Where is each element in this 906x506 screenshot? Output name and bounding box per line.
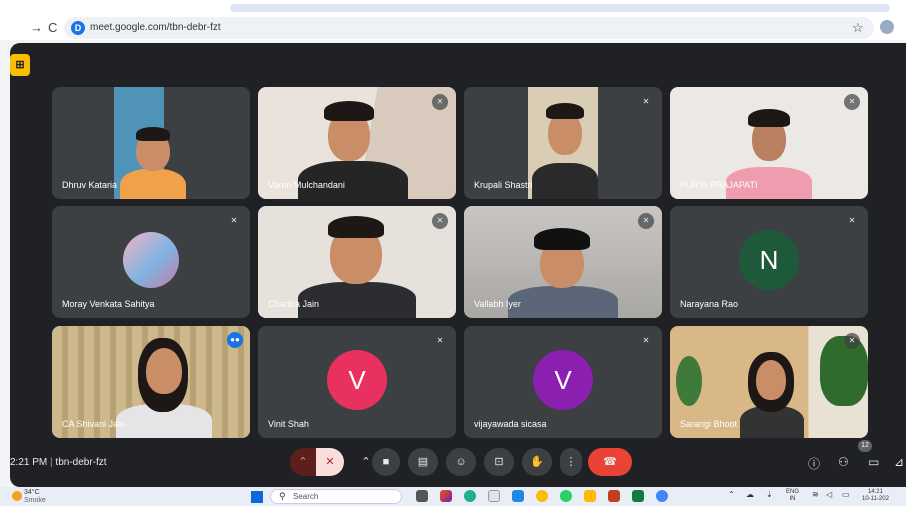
chat-icon[interactable]: ▭ xyxy=(868,455,879,469)
battery-icon[interactable]: ▭ xyxy=(842,490,850,499)
participant-name: Narayana Rao xyxy=(680,299,739,309)
bookmark-star-icon[interactable]: ☆ xyxy=(852,20,864,36)
participant-name: CA Shivani Jain xyxy=(62,419,126,429)
leave-call-button[interactable]: ☎ xyxy=(588,448,632,476)
audio-options-chevron-icon[interactable]: ⌃ xyxy=(290,448,316,476)
store-icon[interactable] xyxy=(488,490,500,502)
participant-name: Varun Mulchandani xyxy=(268,180,345,190)
usb-icon[interactable]: ⇣ xyxy=(766,490,773,499)
url-text[interactable]: meet.google.com/tbn-debr-fzt xyxy=(90,22,221,33)
present-screen-button[interactable]: ⊡ xyxy=(484,448,514,476)
muted-mic-icon: ✕ xyxy=(432,333,448,349)
profile-avatar[interactable] xyxy=(880,20,894,34)
excel-icon[interactable] xyxy=(632,490,644,502)
chrome-active-icon[interactable] xyxy=(656,490,668,502)
participant-tile[interactable]: ✕ PURVI PRAJAPATI xyxy=(670,87,868,199)
windows-taskbar: 34°C Smoke ⚲ Search ⌃ ☁ ⇣ ENG IN ≋ ◁ ▭ 14… xyxy=(0,487,906,506)
address-bar[interactable]: D meet.google.com/tbn-debr-fzt xyxy=(64,17,874,39)
powerpoint-icon[interactable] xyxy=(608,490,620,502)
volume-icon[interactable]: ◁ xyxy=(826,490,832,499)
people-count-badge: 12 xyxy=(858,440,872,452)
people-icon[interactable]: ⚇ xyxy=(838,455,849,469)
muted-mic-icon: ✕ xyxy=(844,213,860,229)
app-icon[interactable] xyxy=(512,490,524,502)
reload-icon[interactable]: C xyxy=(48,20,57,35)
cloud-icon[interactable]: ☁ xyxy=(746,490,754,499)
muted-mic-icon: ✕ xyxy=(844,94,860,110)
participant-tile[interactable]: ✕ Varun Mulchandani xyxy=(258,87,456,199)
muted-mic-icon: ✕ xyxy=(638,213,654,229)
participant-tile[interactable]: ✕ Charitra Jain xyxy=(258,206,456,318)
chevron-up-icon[interactable]: ⌃ xyxy=(728,490,735,499)
participant-tile[interactable]: ✕ Vallabh Iyer xyxy=(464,206,662,318)
participant-tile[interactable]: ●● CA Shivani Jain xyxy=(52,326,250,438)
muted-mic-icon: ✕ xyxy=(432,213,448,229)
participant-name: Vinit Shah xyxy=(268,419,309,429)
participant-name: Sarangi Bhoot xyxy=(680,419,738,429)
participant-name: Dhruv Kataria xyxy=(62,180,118,190)
participant-name: Vallabh Iyer xyxy=(474,299,521,309)
task-view-icon[interactable] xyxy=(416,490,428,502)
participant-tile[interactable]: ✕ Moray Venkata Sahitya xyxy=(52,206,250,318)
activities-shapes-icon[interactable]: ⊿ xyxy=(894,455,904,469)
raise-hand-button[interactable]: ✋ xyxy=(522,448,552,476)
avatar: N xyxy=(739,230,799,290)
tab-strip xyxy=(230,4,890,12)
weather-icon[interactable] xyxy=(12,491,22,501)
participant-name: Moray Venkata Sahitya xyxy=(62,299,155,309)
participant-tile[interactable]: ✕ Sarangi Bhoot xyxy=(670,326,868,438)
muted-mic-icon: ✕ xyxy=(432,94,448,110)
browser-toolbar: → C D meet.google.com/tbn-debr-fzt ☆ xyxy=(0,0,906,40)
meeting-time: 2:21 PM | tbn-debr-fzt xyxy=(10,457,107,468)
more-options-button[interactable]: ⋮ xyxy=(560,448,582,476)
taskbar-search-input[interactable]: ⚲ Search xyxy=(270,489,402,504)
weather-widget[interactable]: 34°C Smoke xyxy=(24,489,46,505)
edge-icon[interactable] xyxy=(464,490,476,502)
participant-name: vijayawada sicasa xyxy=(474,419,547,429)
copilot-icon[interactable] xyxy=(440,490,452,502)
participant-tile[interactable]: ✕ Krupali Shastri xyxy=(464,87,662,199)
chrome-icon[interactable] xyxy=(536,490,548,502)
forward-icon[interactable]: → xyxy=(30,20,43,35)
search-icon: ⚲ xyxy=(279,491,286,501)
meeting-code: tbn-debr-fzt xyxy=(55,457,107,468)
whatsapp-icon[interactable] xyxy=(560,490,572,502)
camera-button[interactable]: ■ xyxy=(372,448,400,476)
meeting-details-icon[interactable]: ⓘ xyxy=(808,455,820,472)
avatar: V xyxy=(327,350,387,410)
activities-icon[interactable]: ⊞ xyxy=(10,54,30,76)
muted-mic-icon: ✕ xyxy=(638,333,654,349)
participant-tile[interactable]: V ✕ vijayawada sicasa xyxy=(464,326,662,438)
meeting-controls-bar: 2:21 PM | tbn-debr-fzt ⌃ ✕ ⌃ ■ ▤ ☺ ⊡ ✋ ⋮… xyxy=(10,440,906,480)
participant-name: Krupali Shastri xyxy=(474,180,533,190)
avatar: V xyxy=(533,350,593,410)
microphone-off-button[interactable]: ✕ xyxy=(316,448,344,476)
participant-tile[interactable]: Dhruv Kataria xyxy=(52,87,250,199)
participant-tile[interactable]: V ✕ Vinit Shah xyxy=(258,326,456,438)
muted-mic-icon: ✕ xyxy=(638,94,654,110)
participant-tile[interactable]: N ✕ Narayana Rao xyxy=(670,206,868,318)
muted-mic-icon: ✕ xyxy=(226,213,242,229)
site-info-icon[interactable]: D xyxy=(71,21,85,35)
captions-button[interactable]: ▤ xyxy=(408,448,438,476)
speaking-indicator-icon: ●● xyxy=(227,332,243,348)
participant-name: Charitra Jain xyxy=(268,299,320,309)
file-explorer-icon[interactable] xyxy=(584,490,596,502)
avatar xyxy=(123,232,179,288)
participant-name: PURVI PRAJAPATI xyxy=(680,180,758,190)
muted-mic-icon: ✕ xyxy=(844,333,860,349)
windows-start-icon[interactable] xyxy=(251,491,263,503)
emoji-reactions-button[interactable]: ☺ xyxy=(446,448,476,476)
wifi-icon[interactable]: ≋ xyxy=(812,490,819,499)
language-indicator[interactable]: ENG IN xyxy=(786,489,799,503)
clock[interactable]: 14:21 10-11-202 xyxy=(862,489,889,503)
